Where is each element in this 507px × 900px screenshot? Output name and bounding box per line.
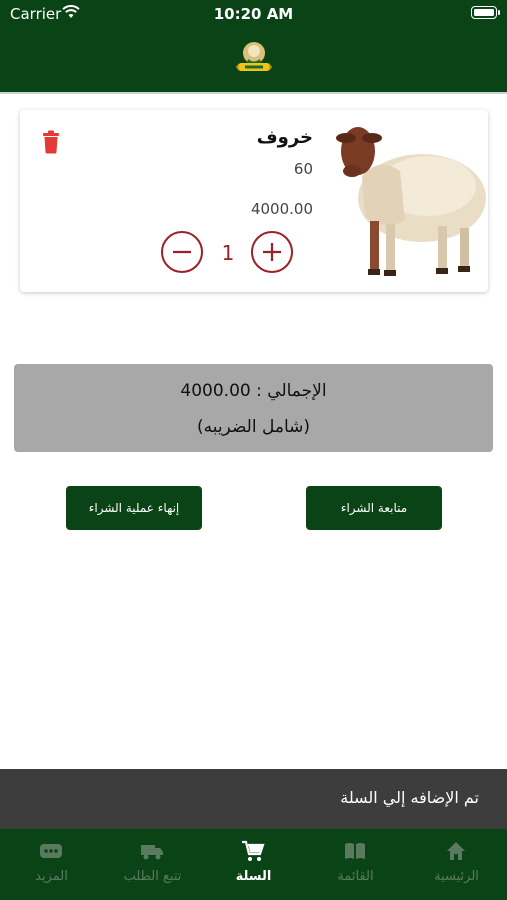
tab-more-label: المزيد <box>35 869 68 884</box>
tab-more[interactable]: المزيد <box>1 829 102 900</box>
product-name: خروف <box>256 127 313 148</box>
tab-home-label: الرئيسية <box>434 869 479 884</box>
tab-cart-label: السلة <box>235 869 272 884</box>
added-to-cart-toast: تم الإضافه إلي السلة <box>0 769 507 829</box>
checkout-button[interactable]: إنهاء عملية الشراء <box>66 486 202 530</box>
home-icon <box>447 842 465 860</box>
status-time: 10:20 AM <box>213 5 294 23</box>
tab-menu-label: القائمة <box>337 869 374 884</box>
bottom-tab-bar: الرئيسية القائمة السلة تتبع الطلب المزيد <box>0 829 507 900</box>
tab-home[interactable]: الرئيسية <box>406 829 507 900</box>
tab-cart[interactable]: السلة <box>203 829 304 900</box>
product-weight: 60 <box>293 160 313 178</box>
continue-shopping-button[interactable]: متابعة الشراء <box>306 486 442 530</box>
toast-message: تم الإضافه إلي السلة <box>340 788 479 807</box>
sheep-photo <box>336 127 486 276</box>
app-logo <box>236 42 272 71</box>
quantity-value: 1 <box>221 241 235 265</box>
tab-track-order-label: تتبع الطلب <box>123 869 182 884</box>
battery-icon <box>471 6 500 19</box>
cart-total-panel: الإجمالي : 4000.00 (شامل الضريبه) <box>14 364 493 452</box>
truck-icon <box>141 845 163 860</box>
tax-note: (شامل الضريبه) <box>196 417 311 437</box>
app-header: Carrier 10:20 AM <box>0 0 507 94</box>
status-bar: Carrier 10:20 AM <box>0 0 507 28</box>
total-amount: الإجمالي : 4000.00 <box>180 381 327 401</box>
tab-menu[interactable]: القائمة <box>305 829 406 900</box>
increase-quantity-button[interactable] <box>251 231 293 273</box>
tab-track-order[interactable]: تتبع الطلب <box>102 829 203 900</box>
trash-icon[interactable] <box>40 130 62 154</box>
minus-icon <box>173 250 191 254</box>
decrease-quantity-button[interactable] <box>161 231 203 273</box>
more-icon <box>40 844 62 858</box>
plus-icon <box>263 243 281 261</box>
menu-book-icon <box>345 843 365 859</box>
cart-icon <box>242 840 265 861</box>
cart-item-card: خروف 60 4000.00 1 <box>20 110 488 292</box>
product-price: 4000.00 <box>250 200 313 218</box>
